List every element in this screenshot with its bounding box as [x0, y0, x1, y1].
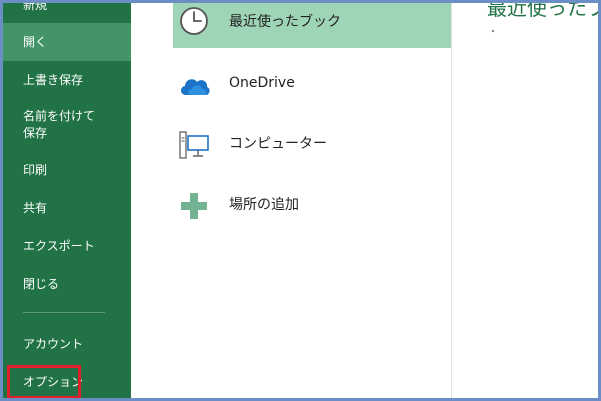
panel-title: 最近使ったブ — [487, 0, 601, 20]
location-label: 最近使ったブック — [229, 14, 341, 30]
sidebar-item-label-line1: 名前を付けて — [23, 109, 96, 123]
computer-icon — [179, 131, 209, 159]
sidebar-item-label: エクスポート — [23, 238, 95, 253]
sidebar-item-label-line2: 保存 — [23, 126, 48, 140]
onedrive-cloud-icon — [180, 79, 210, 95]
sidebar-item-save-as[interactable]: 名前を付けて 保存 — [3, 100, 131, 150]
sidebar-item-label: 新規 — [23, 0, 48, 12]
clock-icon — [180, 7, 208, 35]
app-window: 新規 開く 上書き保存 名前を付けて 保存 印刷 共有 エクスポート 閉じる ア… — [0, 0, 601, 401]
recent-workbooks-panel: 最近使ったブ — [452, 3, 598, 398]
sidebar-item-export[interactable]: エクスポート — [3, 227, 131, 265]
location-add-place[interactable]: 場所の追加 — [173, 184, 451, 224]
location-onedrive[interactable]: OneDrive — [173, 63, 451, 103]
sidebar-item-close[interactable]: 閉じる — [3, 265, 131, 303]
location-recent-workbooks[interactable]: 最近使ったブック — [173, 3, 451, 48]
sidebar-divider — [23, 312, 105, 313]
location-label: 場所の追加 — [229, 197, 299, 213]
location-computer[interactable]: コンピューター — [173, 123, 451, 163]
sidebar-item-label: 閉じる — [23, 276, 60, 291]
sidebar-item-label: 共有 — [23, 200, 48, 215]
sidebar-item-label: 上書き保存 — [23, 72, 84, 87]
sidebar-item-label: 印刷 — [23, 162, 48, 177]
backstage-sidebar: 新規 開く 上書き保存 名前を付けて 保存 印刷 共有 エクスポート 閉じる ア… — [3, 3, 131, 398]
open-locations-panel: 最近使ったブック OneDrive コンピューター 場所の追加 — [131, 3, 451, 398]
sidebar-item-label: 開く — [23, 34, 48, 49]
sidebar-item-save[interactable]: 上書き保存 — [3, 61, 131, 99]
location-label: コンピューター — [229, 136, 327, 152]
sidebar-item-label: アカウント — [23, 336, 84, 351]
options-highlight-box — [7, 365, 81, 398]
sidebar-item-share[interactable]: 共有 — [3, 189, 131, 227]
sidebar-item-open[interactable]: 開く — [3, 23, 131, 61]
plus-icon — [181, 193, 207, 219]
sidebar-item-print[interactable]: 印刷 — [3, 151, 131, 189]
sidebar-item-new[interactable]: 新規 — [3, 0, 131, 15]
location-label: OneDrive — [229, 75, 295, 91]
loading-dot-icon — [491, 29, 495, 33]
sidebar-item-account[interactable]: アカウント — [3, 325, 131, 363]
